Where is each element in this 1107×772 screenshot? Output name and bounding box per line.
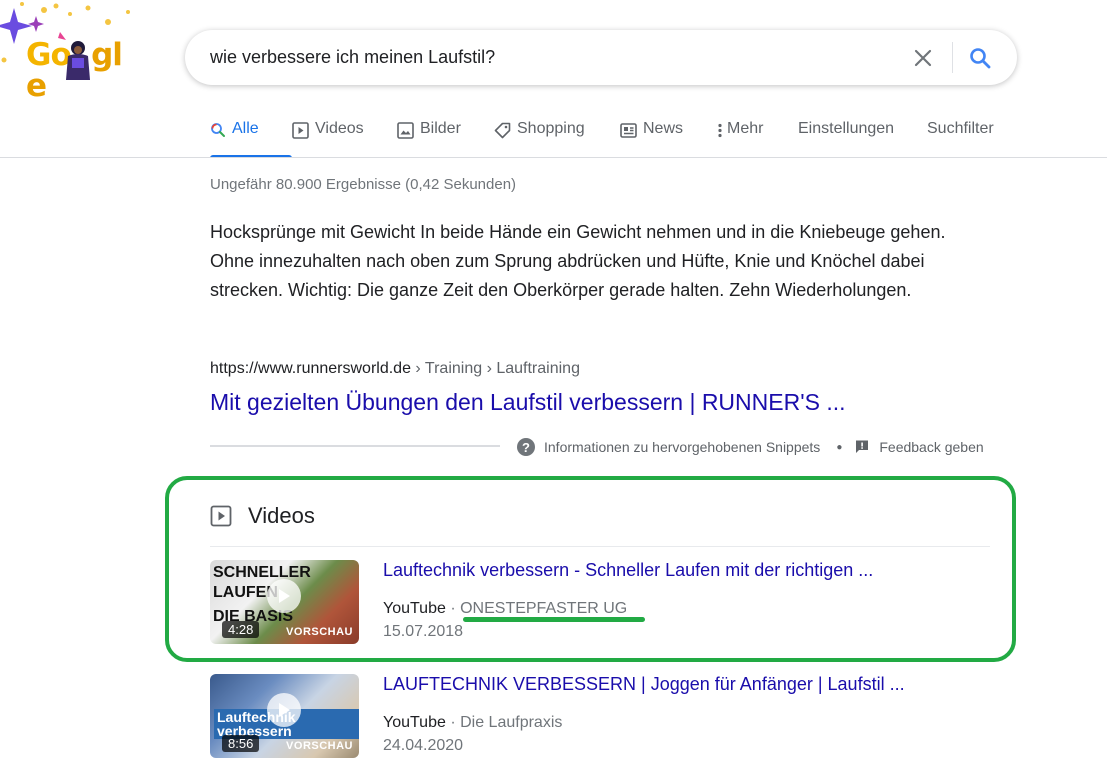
search-button[interactable] — [963, 41, 997, 75]
play-icon — [267, 579, 301, 613]
snippet-footer: ? Informationen zu hervorgehobenen Snipp… — [517, 438, 984, 456]
logo-letter: g — [91, 37, 113, 73]
tab-videos[interactable]: Videos — [292, 112, 397, 158]
search-input[interactable] — [210, 30, 890, 85]
preview-label: VORSCHAU — [286, 740, 353, 752]
videos-divider — [210, 546, 990, 547]
video-date: 15.07.2018 — [383, 623, 464, 640]
search-divider — [952, 42, 953, 73]
header-divider — [0, 157, 1107, 158]
search-tabs: Alle Videos Bilder Shopping News Mehr Ei… — [210, 112, 994, 158]
tab-label: News — [643, 120, 684, 137]
annotation-underline — [463, 617, 645, 622]
video-thumbnail[interactable]: Lauftechnik verbessern 8:56 VORSCHAU — [210, 674, 359, 758]
result-citation: https://www.runnersworld.de › Training ›… — [210, 360, 580, 378]
play-icon — [292, 122, 309, 139]
tab-label: Videos — [315, 120, 364, 137]
more-vert-icon — [717, 122, 723, 139]
search-box — [185, 30, 1017, 85]
videos-heading: Videos — [248, 503, 315, 528]
video-duration: 8:56 — [222, 735, 260, 752]
help-icon[interactable]: ? — [517, 438, 535, 456]
search-icon — [970, 48, 991, 69]
video-meta: YouTube · ONESTEPFASTER UG — [383, 600, 627, 618]
logo-letter: e — [26, 68, 47, 104]
tab-label: Einstellungen — [798, 120, 895, 137]
featured-snippet-text: Hocksprünge mit Gewicht In beide Hände e… — [210, 222, 946, 300]
tab-shopping[interactable]: Shopping — [494, 112, 620, 158]
feedback-link[interactable]: Feedback geben — [879, 439, 983, 455]
tab-more[interactable]: Mehr — [717, 112, 798, 158]
image-icon — [397, 122, 414, 139]
result-title-link[interactable]: Mit gezielten Übungen den Laufstil verbe… — [210, 389, 846, 416]
video-date: 24.04.2020 — [383, 737, 464, 754]
tab-news[interactable]: News — [620, 112, 717, 158]
videos-section-header: Videos — [210, 503, 315, 529]
video-meta: YouTube · Die Laufpraxis — [383, 714, 562, 732]
video-source: YouTube — [383, 714, 446, 731]
tab-label: Alle — [232, 120, 259, 137]
video-channel: ONESTEPFASTER UG — [460, 600, 628, 617]
video-channel: Die Laufpraxis — [460, 714, 563, 731]
thumbnail-text: SCHNELLER — [213, 564, 311, 581]
newspaper-icon — [620, 122, 637, 139]
tab-images[interactable]: Bilder — [397, 112, 494, 158]
tab-search-tools[interactable]: Suchfilter — [927, 112, 994, 158]
tab-label: Mehr — [727, 120, 764, 137]
snippet-info-link[interactable]: Informationen zu hervorgehobenen Snippet… — [544, 439, 820, 455]
clear-search-button[interactable] — [907, 42, 939, 74]
tab-all[interactable]: Alle — [210, 112, 292, 158]
tab-label: Bilder — [420, 120, 461, 137]
video-source: YouTube — [383, 600, 446, 617]
video-title-link[interactable]: LAUFTECHNIK VERBESSERN | Joggen für Anfä… — [383, 674, 905, 695]
bullet-separator: ● — [836, 441, 843, 453]
meta-separator: · — [445, 600, 461, 617]
video-title-link[interactable]: Lauftechnik verbessern - Schneller Laufe… — [383, 560, 873, 581]
play-icon — [267, 693, 301, 727]
video-duration: 4:28 — [222, 621, 260, 638]
tab-label: Suchfilter — [927, 120, 994, 137]
search-icon — [210, 122, 226, 138]
play-icon — [210, 505, 232, 527]
doodle-figure-icon — [66, 41, 90, 80]
logo-letter: G — [26, 37, 51, 73]
google-doodle-logo[interactable]: Google — [0, 0, 140, 102]
snippet-separator — [210, 445, 500, 447]
video-thumbnail[interactable]: SCHNELLER LAUFEN DIE BASIS 4:28 VORSCHAU — [210, 560, 359, 644]
feedback-icon — [854, 439, 870, 455]
preview-label: VORSCHAU — [286, 626, 353, 638]
result-stats: Ungefähr 80.900 Ergebnisse (0,42 Sekunde… — [210, 176, 517, 193]
tab-label: Shopping — [517, 120, 585, 137]
cite-domain: https://www.runnersworld.de — [210, 360, 411, 377]
tag-icon — [494, 122, 511, 139]
tab-settings[interactable]: Einstellungen — [798, 112, 927, 158]
logo-letter: l — [112, 37, 123, 73]
close-icon — [914, 49, 932, 67]
meta-separator: · — [445, 714, 461, 731]
cite-breadcrumb: › Training › Lauftraining — [410, 360, 580, 377]
